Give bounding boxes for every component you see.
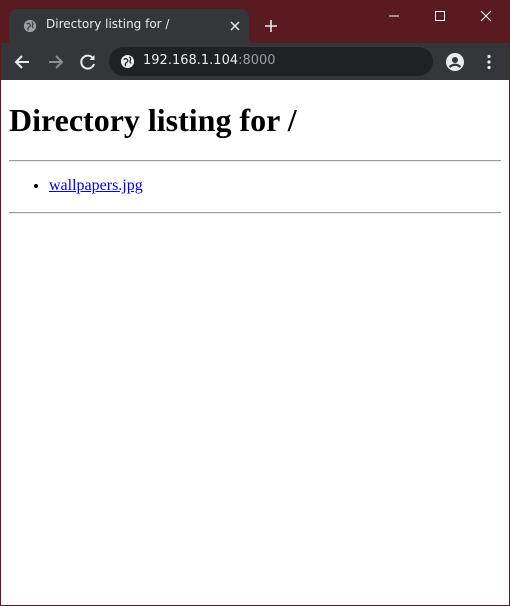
reload-icon[interactable] [78,52,98,72]
globe-icon [23,19,37,33]
new-tab-icon[interactable] [263,18,279,34]
top-divider [9,160,501,162]
page-title: Directory listing for / [9,102,297,138]
url-host: 192.168.1.104 [143,53,239,68]
tab-close-icon[interactable] [227,18,243,34]
url-port: :8000 [238,53,276,68]
url-text: 192.168.1.104:8000 [143,53,276,68]
tab-strip: Directory listing for / [1,1,509,43]
maximize-icon[interactable] [417,1,463,31]
browser-window: Directory listing for / 192.168.1.104:80… [0,0,510,606]
address-bar[interactable]: 192.168.1.104:8000 [109,47,433,76]
file-list: wallpapers.jpg [9,176,143,196]
site-info-globe-icon[interactable] [120,54,135,69]
profile-avatar-icon[interactable] [445,52,465,72]
back-arrow-icon[interactable] [13,52,33,72]
tab-title: Directory listing for / [46,17,170,31]
active-tab[interactable]: Directory listing for / [9,9,249,43]
file-link-wallpapers[interactable]: wallpapers.jpg [49,177,143,194]
forward-arrow-icon[interactable] [45,52,65,72]
close-icon[interactable] [463,1,509,31]
bottom-divider [9,212,501,214]
minimize-icon[interactable] [371,1,417,31]
browser-toolbar: 192.168.1.104:8000 [1,43,509,80]
list-item: wallpapers.jpg [49,176,143,196]
kebab-menu-icon[interactable] [479,52,499,72]
page-content: Directory listing for / wallpapers.jpg [1,80,509,605]
